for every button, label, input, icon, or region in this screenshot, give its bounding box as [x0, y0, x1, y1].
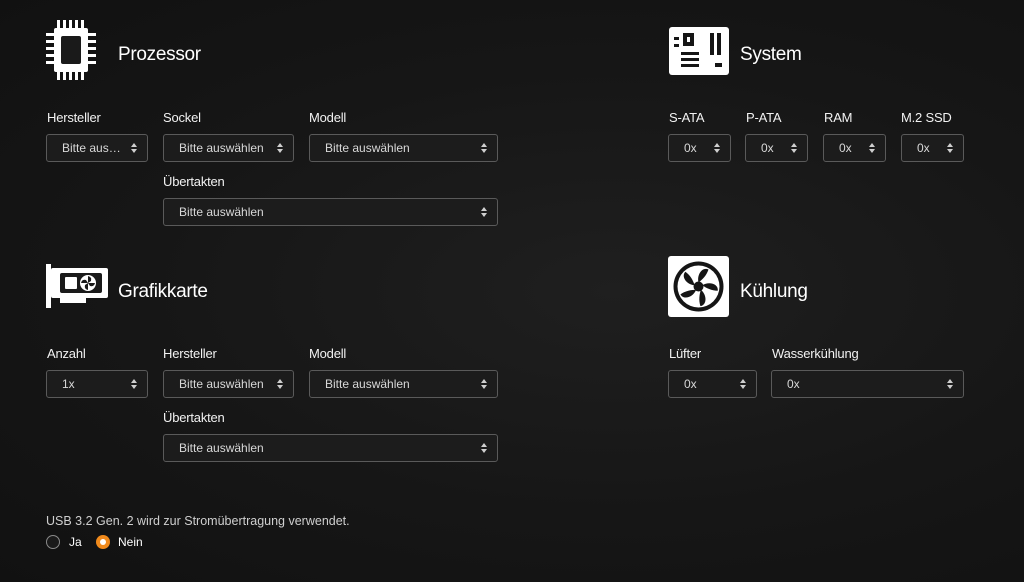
chevron-updown-icon [740, 379, 747, 389]
processor-socket-label: Sockel [163, 110, 201, 125]
m2-ssd-value: 0x [917, 141, 930, 155]
chevron-updown-icon [131, 379, 138, 389]
cpu-icon [46, 20, 96, 80]
sata-select[interactable]: 0x [668, 134, 731, 162]
fans-value: 0x [684, 377, 697, 391]
chevron-updown-icon [481, 379, 488, 389]
radio-yes-label[interactable]: Ja [69, 535, 82, 549]
graphics-title: Grafikkarte [118, 281, 208, 302]
ram-select[interactable]: 0x [823, 134, 886, 162]
graphics-count-value: 1x [62, 377, 75, 391]
graphics-count-select[interactable]: 1x [46, 370, 148, 398]
processor-model-value: Bitte auswählen [325, 141, 410, 155]
ram-label: RAM [824, 110, 853, 125]
processor-overclock-select[interactable]: Bitte auswählen [163, 198, 498, 226]
graphics-card-icon [46, 264, 108, 308]
chevron-updown-icon [791, 143, 798, 153]
graphics-overclock-value: Bitte auswählen [179, 441, 264, 455]
chevron-updown-icon [481, 207, 488, 217]
chevron-updown-icon [869, 143, 876, 153]
pata-label: P-ATA [746, 110, 782, 125]
processor-manufacturer-label: Hersteller [47, 110, 101, 125]
graphics-overclock-label: Übertakten [163, 410, 225, 425]
graphics-overclock-select[interactable]: Bitte auswählen [163, 434, 498, 462]
chevron-updown-icon [277, 379, 284, 389]
usb-question-text: USB 3.2 Gen. 2 wird zur Stromübertragung… [46, 514, 350, 528]
ram-value: 0x [839, 141, 852, 155]
graphics-manufacturer-label: Hersteller [163, 346, 217, 361]
radio-no[interactable] [96, 535, 110, 549]
processor-title: Prozessor [118, 44, 201, 65]
pata-select[interactable]: 0x [745, 134, 808, 162]
graphics-manufacturer-select[interactable]: Bitte auswählen [163, 370, 294, 398]
chevron-updown-icon [131, 143, 138, 153]
sata-label: S-ATA [669, 110, 705, 125]
chevron-updown-icon [947, 143, 954, 153]
radio-yes[interactable] [46, 535, 60, 549]
graphics-count-label: Anzahl [47, 346, 86, 361]
m2-ssd-select[interactable]: 0x [901, 134, 964, 162]
water-cooling-select[interactable]: 0x [771, 370, 964, 398]
pata-value: 0x [761, 141, 774, 155]
sata-value: 0x [684, 141, 697, 155]
radio-no-label[interactable]: Nein [118, 535, 143, 549]
fans-select[interactable]: 0x [668, 370, 757, 398]
motherboard-icon [669, 27, 729, 75]
processor-socket-value: Bitte auswählen [179, 141, 264, 155]
graphics-manufacturer-value: Bitte auswählen [179, 377, 264, 391]
processor-model-select[interactable]: Bitte auswählen [309, 134, 498, 162]
cooling-title: Kühlung [740, 281, 808, 302]
m2-ssd-label: M.2 SSD [901, 110, 952, 125]
chevron-updown-icon [277, 143, 284, 153]
processor-manufacturer-value: Bitte aus… [62, 141, 121, 155]
fan-icon [668, 256, 729, 317]
chevron-updown-icon [481, 143, 488, 153]
graphics-model-select[interactable]: Bitte auswählen [309, 370, 498, 398]
graphics-model-label: Modell [309, 346, 347, 361]
graphics-model-value: Bitte auswählen [325, 377, 410, 391]
processor-manufacturer-select[interactable]: Bitte aus… [46, 134, 148, 162]
chevron-updown-icon [714, 143, 721, 153]
processor-overclock-label: Übertakten [163, 174, 225, 189]
system-title: System [740, 44, 802, 65]
chevron-updown-icon [481, 443, 488, 453]
processor-overclock-value: Bitte auswählen [179, 205, 264, 219]
water-cooling-value: 0x [787, 377, 800, 391]
water-cooling-label: Wasserkühlung [772, 346, 859, 361]
processor-socket-select[interactable]: Bitte auswählen [163, 134, 294, 162]
processor-model-label: Modell [309, 110, 347, 125]
fans-label: Lüfter [669, 346, 702, 361]
chevron-updown-icon [947, 379, 954, 389]
